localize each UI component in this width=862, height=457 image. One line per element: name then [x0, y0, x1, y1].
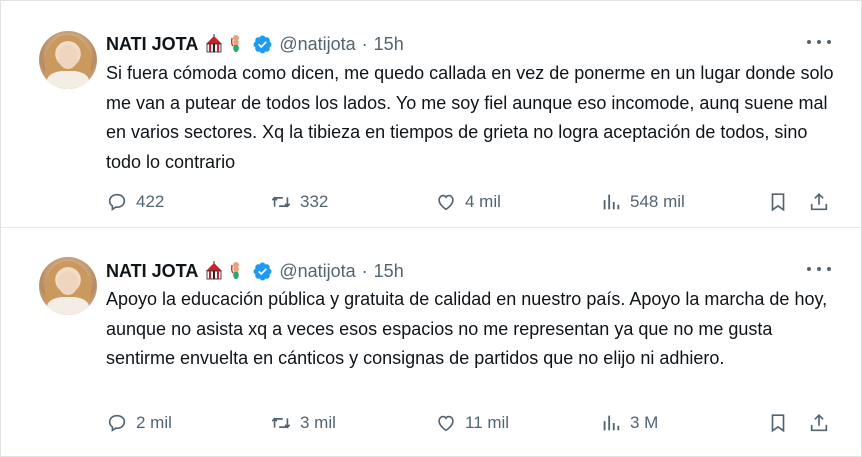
share-icon: [810, 414, 828, 432]
like-button[interactable]: 4 mil: [435, 191, 501, 213]
retweet-button[interactable]: 3 mil: [270, 412, 336, 434]
retweet-icon: [271, 417, 291, 429]
views-icon: [603, 194, 620, 210]
separator: ·: [361, 33, 368, 54]
tweet-text: Si fuera cómoda como dicen, me quedo cal…: [106, 63, 834, 172]
display-name[interactable]: NATI JOTA: [106, 261, 198, 282]
verified-badge-icon: [252, 261, 273, 282]
reply-button[interactable]: 422: [106, 191, 164, 213]
avatar[interactable]: [39, 257, 97, 315]
share-button[interactable]: [808, 191, 830, 213]
like-count: 4 mil: [465, 192, 501, 211]
reply-count: 422: [136, 192, 165, 211]
circus-tent-emoji: [206, 261, 223, 280]
views-icon: [603, 415, 620, 431]
timestamp[interactable]: 15h: [374, 34, 404, 55]
name-emojis: [204, 261, 246, 281]
bookmark-icon: [771, 414, 785, 433]
like-button[interactable]: 11 mil: [435, 412, 509, 434]
reply-count: 2 mil: [136, 413, 172, 432]
separator: ·: [361, 260, 368, 281]
more-icon[interactable]: [807, 262, 831, 276]
retweet-icon: [271, 196, 291, 208]
retweet-count: 332: [300, 192, 329, 211]
display-name[interactable]: NATI JOTA: [106, 34, 198, 55]
heart-icon: [438, 194, 454, 211]
name-emojis: [204, 34, 246, 54]
reply-icon: [108, 414, 126, 432]
share-icon: [810, 193, 828, 211]
tweet-actions: 422 332 4 mil 548 mil: [106, 191, 836, 221]
retweet-count: 3 mil: [300, 413, 336, 432]
tweet-actions: 2 mil 3 mil 11 mil 3 M: [106, 412, 836, 442]
handle[interactable]: @natijota: [279, 34, 355, 55]
like-count: 11 mil: [465, 413, 510, 432]
avatar[interactable]: [39, 31, 97, 89]
tweet-feed: NATI JOTA @natijota · 15h Si fuera cómod…: [0, 0, 862, 457]
handle[interactable]: @natijota: [279, 261, 355, 282]
tweet-header: NATI JOTA @natijota · 15h: [106, 31, 404, 57]
reply-button[interactable]: 2 mil: [106, 412, 172, 434]
heart-icon: [438, 415, 454, 432]
tweet-header: NATI JOTA @natijota · 15h: [106, 258, 404, 284]
views-count: 548 mil: [630, 192, 685, 211]
views-button[interactable]: 3 M: [600, 412, 658, 434]
views-button[interactable]: 548 mil: [600, 191, 685, 213]
views-count: 3 M: [630, 413, 659, 432]
more-icon[interactable]: [807, 35, 831, 49]
bookmark-icon: [771, 193, 785, 212]
bookmark-button[interactable]: [767, 191, 789, 213]
bookmark-button[interactable]: [767, 412, 789, 434]
reply-icon: [108, 193, 126, 211]
tweet-text: Apoyo la educación pública y gratuita de…: [106, 289, 828, 368]
tweet[interactable]: NATI JOTA: [1, 1, 861, 227]
verified-badge-icon: [252, 34, 273, 55]
share-button[interactable]: [808, 412, 830, 434]
mermaid-emoji: [231, 35, 240, 52]
timestamp[interactable]: 15h: [374, 261, 404, 282]
mermaid-emoji: [231, 262, 240, 279]
tweet[interactable]: NATI JOTA: [1, 227, 861, 457]
retweet-button[interactable]: 332: [270, 191, 328, 213]
circus-tent-emoji: [206, 34, 223, 53]
